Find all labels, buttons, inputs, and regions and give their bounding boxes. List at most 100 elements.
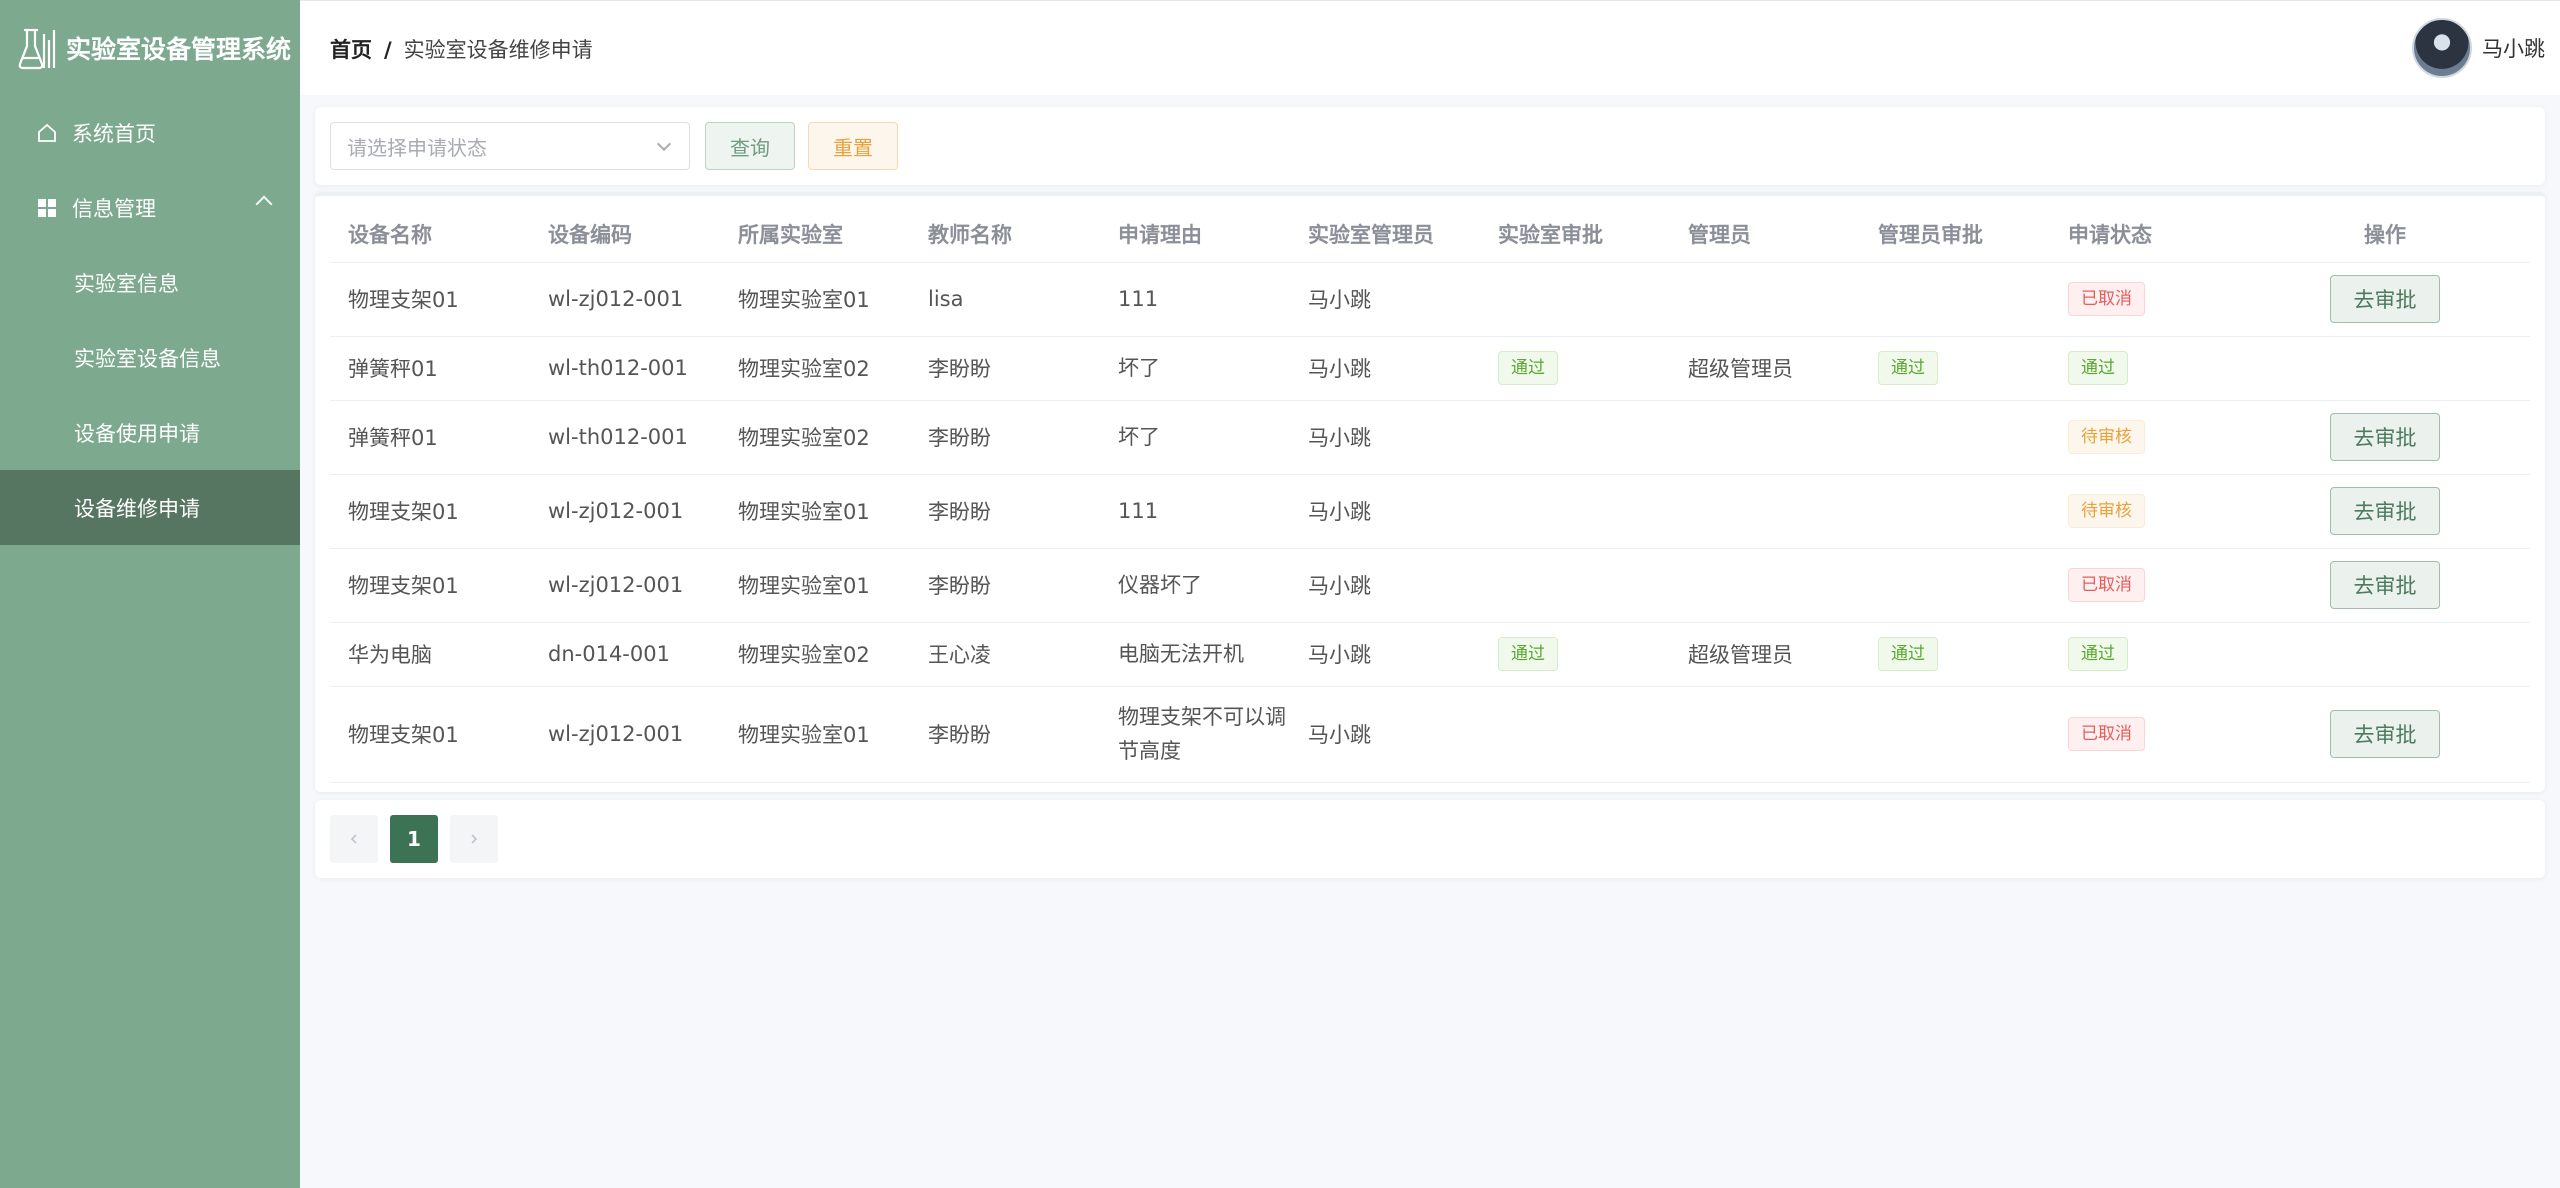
breadcrumb-home[interactable]: 首页	[330, 38, 372, 62]
cell-admin-approval	[1860, 262, 2050, 337]
cell-name: 物理支架01	[330, 262, 530, 337]
cell-lab-approval: 通过	[1480, 336, 1670, 401]
cell-reason: 坏了	[1100, 400, 1290, 475]
cell-admin	[1670, 548, 1860, 623]
cell-lab-admin: 马小跳	[1290, 686, 1480, 783]
cell-admin	[1670, 474, 1860, 549]
cell-actions	[2240, 622, 2530, 687]
cell-teacher: 李盼盼	[910, 400, 1100, 475]
cell-admin	[1670, 686, 1860, 783]
breadcrumb-current: 实验室设备维修申请	[403, 38, 593, 62]
approve-button[interactable]: 去审批	[2330, 561, 2440, 609]
sidebar-item-lab-equipment[interactable]: 实验室设备信息	[0, 320, 300, 395]
chevron-up-icon	[255, 195, 273, 213]
user-menu[interactable]: 马小跳	[2412, 18, 2545, 78]
sidebar-item-lab-info[interactable]: 实验室信息	[0, 245, 300, 320]
status-select[interactable]: 请选择申请状态	[330, 122, 690, 170]
cell-reason: 仪器坏了	[1100, 548, 1290, 623]
cell-admin: 超级管理员	[1670, 622, 1860, 687]
cell-actions: 去审批	[2240, 686, 2530, 783]
app-logo: 实验室设备管理系统	[0, 0, 300, 95]
reset-button[interactable]: 重置	[808, 122, 898, 170]
cell-lab-approval	[1480, 262, 1670, 337]
table-body: 物理支架01 wl-zj012-001 物理实验室01 lisa 111 马小跳 已取消 去审…	[330, 262, 2530, 783]
cell-actions: 去审批	[2240, 400, 2530, 475]
column-header: 操作	[2240, 206, 2530, 263]
repair-request-table-card: 设备名称 设备编码 所属实验室 教师名称 申请理由 实验室管理员 实验室审批 管理员 管理员审批…	[315, 192, 2545, 792]
chevron-down-icon	[656, 136, 672, 152]
approve-button[interactable]: 去审批	[2330, 710, 2440, 758]
table-header-row: 设备名称 设备编码 所属实验室 教师名称 申请理由 实验室管理员 实验室审批 管理员 管理员审批…	[330, 206, 2530, 263]
sidebar: 实验室设备管理系统 系统首页 信息管理 实验室信息 实验室设备信息 设备使用申请…	[0, 0, 300, 1188]
user-name: 马小跳	[2482, 37, 2545, 61]
status-badge: 通过	[2068, 351, 2128, 385]
approve-button[interactable]: 去审批	[2330, 487, 2440, 535]
cell-teacher: lisa	[910, 262, 1100, 337]
cell-lab-approval	[1480, 548, 1670, 623]
cell-lab: 物理实验室01	[720, 548, 910, 623]
chevron-right-icon[interactable]	[450, 815, 498, 863]
column-header: 申请状态	[2050, 206, 2240, 263]
column-header: 申请理由	[1100, 206, 1290, 263]
cell-admin	[1670, 400, 1860, 475]
cell-code: wl-th012-001	[530, 400, 720, 475]
column-header: 实验室审批	[1480, 206, 1670, 263]
column-header: 设备名称	[330, 206, 530, 263]
cell-reason: 111	[1100, 474, 1290, 549]
cell-lab: 物理实验室01	[720, 262, 910, 337]
column-header: 教师名称	[910, 206, 1100, 263]
column-header: 管理员	[1670, 206, 1860, 263]
status-badge: 通过	[1498, 637, 1558, 671]
cell-reason: 物理支架不可以调节高度	[1100, 686, 1290, 783]
status-badge: 已取消	[2068, 717, 2145, 751]
query-button[interactable]: 查询	[705, 122, 795, 170]
status-badge: 通过	[1878, 637, 1938, 671]
table-row: 弹簧秤01 wl-th012-001 物理实验室02 李盼盼 坏了 马小跳 通过 超级管理员通…	[330, 336, 2530, 401]
flask-icon	[18, 28, 56, 69]
sidebar-item-label: 设备使用申请	[74, 421, 200, 446]
cell-reason: 坏了	[1100, 336, 1290, 401]
cell-name: 物理支架01	[330, 548, 530, 623]
chevron-left-icon[interactable]	[330, 815, 378, 863]
sidebar-item-label: 实验室设备信息	[74, 346, 221, 371]
cell-reason: 电脑无法开机	[1100, 622, 1290, 687]
avatar[interactable]	[2412, 18, 2472, 78]
sidebar-item-usage-request[interactable]: 设备使用申请	[0, 395, 300, 470]
sidebar-item-repair-request[interactable]: 设备维修申请	[0, 470, 300, 545]
cell-actions: 去审批	[2240, 474, 2530, 549]
cell-name: 物理支架01	[330, 474, 530, 549]
table-row: 物理支架01 wl-zj012-001 物理实验室01 李盼盼 111 马小跳 待审核 去审批	[330, 474, 2530, 549]
pagination: 1	[315, 800, 2545, 878]
cell-name: 弹簧秤01	[330, 400, 530, 475]
home-icon	[36, 122, 58, 144]
table-row: 弹簧秤01 wl-th012-001 物理实验室02 李盼盼 坏了 马小跳 待审核 去审批	[330, 400, 2530, 475]
cell-code: wl-zj012-001	[530, 686, 720, 783]
approve-button[interactable]: 去审批	[2330, 413, 2440, 461]
approve-button[interactable]: 去审批	[2330, 275, 2440, 323]
column-header: 所属实验室	[720, 206, 910, 263]
cell-lab: 物理实验室02	[720, 622, 910, 687]
page-1-button[interactable]: 1	[390, 815, 438, 863]
table-row: 物理支架01 wl-zj012-001 物理实验室01 李盼盼 仪器坏了 马小跳 已取消 去审…	[330, 548, 2530, 623]
cell-status: 已取消	[2050, 686, 2240, 783]
cell-lab-admin: 马小跳	[1290, 474, 1480, 549]
cell-lab: 物理实验室01	[720, 686, 910, 783]
cell-status: 通过	[2050, 336, 2240, 401]
column-header: 实验室管理员	[1290, 206, 1480, 263]
cell-reason: 111	[1100, 262, 1290, 337]
cell-lab-approval: 通过	[1480, 622, 1670, 687]
status-badge: 已取消	[2068, 282, 2145, 316]
column-header: 管理员审批	[1860, 206, 2050, 263]
cell-admin-approval	[1860, 400, 2050, 475]
cell-teacher: 李盼盼	[910, 474, 1100, 549]
cell-admin: 超级管理员	[1670, 336, 1860, 401]
cell-name: 华为电脑	[330, 622, 530, 687]
cell-teacher: 李盼盼	[910, 686, 1100, 783]
cell-lab-approval	[1480, 686, 1670, 783]
cell-status: 已取消	[2050, 262, 2240, 337]
sidebar-item-label: 信息管理	[72, 196, 156, 221]
sidebar-item-home[interactable]: 系统首页	[0, 95, 300, 170]
sidebar-group-info-management[interactable]: 信息管理	[0, 170, 300, 245]
cell-lab: 物理实验室01	[720, 474, 910, 549]
cell-actions: 去审批	[2240, 548, 2530, 623]
